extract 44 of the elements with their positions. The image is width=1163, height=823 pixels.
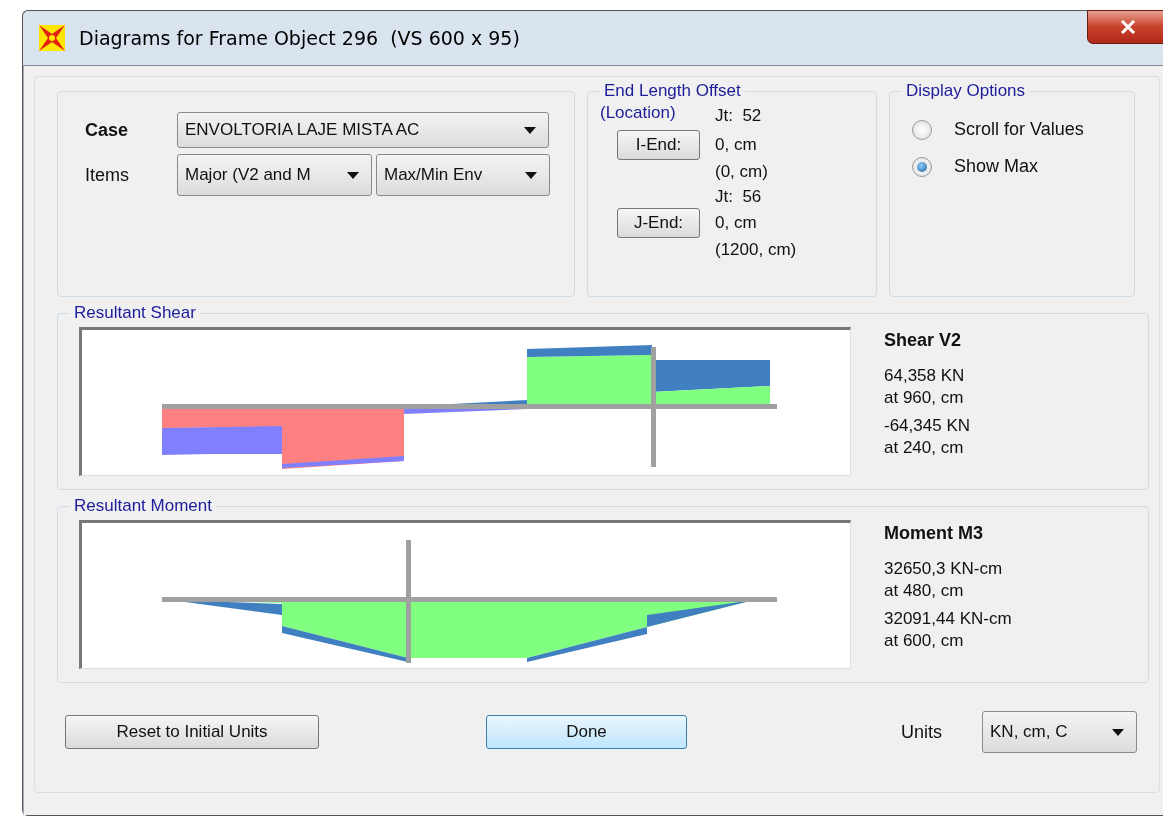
group-title: End Length Offset <box>603 81 742 101</box>
radio-button[interactable] <box>912 119 932 140</box>
group-title: Display Options <box>905 81 1027 101</box>
result-value: 32091,44 KN-cm <box>884 608 1012 630</box>
result-value: 32650,3 KN-cm <box>884 558 1004 580</box>
result-heading: Shear V2 <box>884 329 963 351</box>
group-title: Resultant Shear <box>73 303 197 323</box>
done-button[interactable]: Done <box>486 715 687 749</box>
radio-label[interactable]: Scroll for Values <box>954 119 1084 140</box>
location-text: (0, cm) <box>715 162 769 182</box>
close-button[interactable] <box>1087 10 1163 44</box>
caret-icon <box>347 171 359 179</box>
location-text: (1200, cm) <box>715 240 798 260</box>
caret-icon <box>525 171 537 179</box>
items-dropdown[interactable]: Major (V2 and M <box>177 154 372 196</box>
items-label: Items <box>85 164 130 186</box>
group-subtitle: (Location) <box>600 103 677 123</box>
result-value: -64,345 KN <box>884 415 970 437</box>
joint-text: Jt: 56 <box>715 187 763 207</box>
result-heading: Moment M3 <box>884 522 984 544</box>
radio-label[interactable]: Show Max <box>954 156 1039 177</box>
result-location: at 240, cm <box>884 437 965 459</box>
radio-button[interactable] <box>912 156 932 177</box>
case-label: Case <box>85 119 130 141</box>
close-icon <box>1120 20 1136 34</box>
units-dropdown[interactable]: KN, cm, C <box>982 711 1137 753</box>
result-location: at 960, cm <box>884 387 965 409</box>
window-title: Diagrams for Frame Object 296 (VS 600 x 95) <box>79 27 520 49</box>
joint-text: Jt: 52 <box>715 106 763 126</box>
app-icon <box>37 23 67 53</box>
case-dropdown[interactable]: ENVOLTORIA LAJE MISTA AC <box>177 112 549 148</box>
result-location: at 480, cm <box>884 580 965 602</box>
units-label: Units <box>901 721 942 743</box>
result-location: at 600, cm <box>884 630 965 652</box>
result-value: 64,358 KN <box>884 365 966 387</box>
end-button[interactable]: J-End: <box>617 208 700 238</box>
caret-icon <box>1112 728 1124 736</box>
group-title: Resultant Moment <box>73 496 213 516</box>
offset-text: 0, cm <box>715 135 758 155</box>
end-button[interactable]: I-End: <box>617 130 700 160</box>
offset-text: 0, cm <box>715 213 758 233</box>
reset-button[interactable]: Reset to Initial Units <box>65 715 319 749</box>
component-dropdown[interactable]: Max/Min Env <box>376 154 550 196</box>
caret-icon <box>524 126 536 134</box>
